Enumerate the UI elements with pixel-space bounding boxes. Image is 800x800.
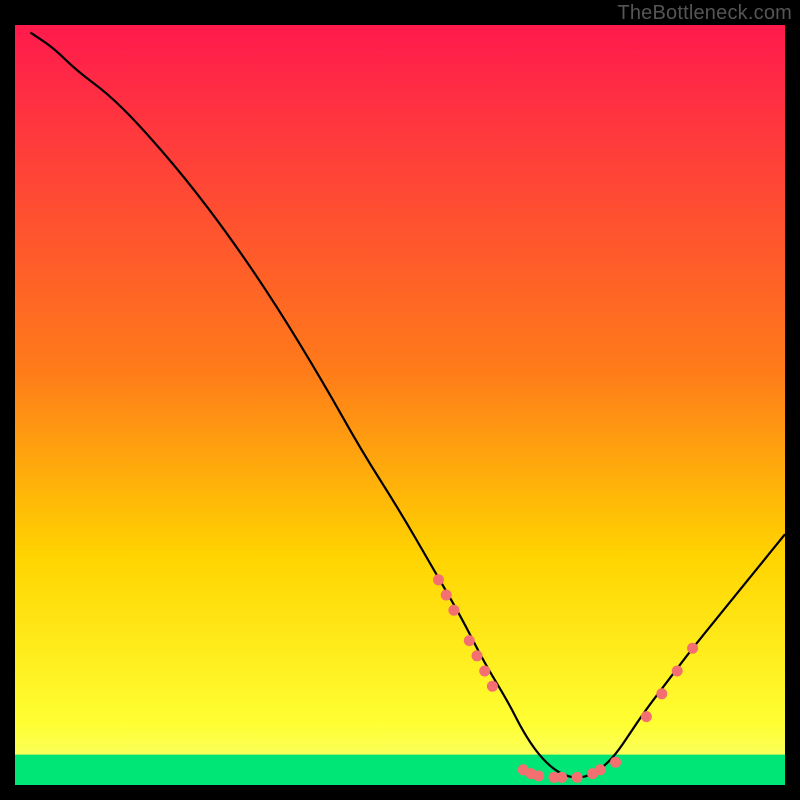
curve-marker (595, 764, 606, 775)
curve-marker (472, 650, 483, 661)
curve-marker (487, 681, 498, 692)
curve-marker (479, 666, 490, 677)
curve-marker (610, 757, 621, 768)
curve-marker (464, 635, 475, 646)
curve-marker (687, 643, 698, 654)
gradient-background (15, 25, 785, 785)
watermark-label: TheBottleneck.com (617, 2, 792, 25)
curve-marker (672, 666, 683, 677)
curve-marker (656, 688, 667, 699)
curve-marker (641, 711, 652, 722)
curve-marker (441, 590, 452, 601)
curve-marker (572, 772, 583, 783)
bottleneck-chart (15, 25, 785, 785)
plot-area (15, 25, 785, 785)
curve-marker (448, 605, 459, 616)
curve-marker (533, 770, 544, 781)
green-band (15, 755, 785, 785)
curve-marker (556, 772, 567, 783)
curve-marker (433, 574, 444, 585)
chart-frame: TheBottleneck.com (0, 0, 800, 800)
